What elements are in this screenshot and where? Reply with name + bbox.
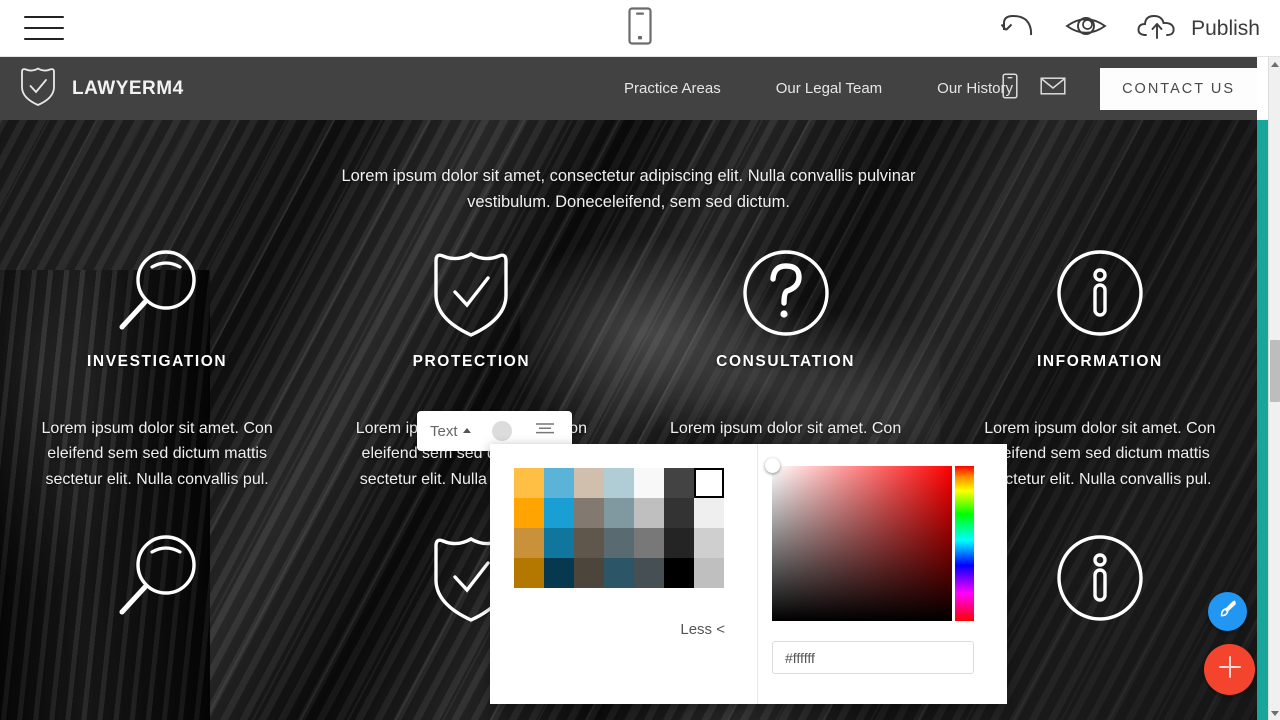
feature-title: CONSULTATION (716, 353, 856, 371)
color-swatch[interactable] (694, 498, 724, 528)
contact-us-button[interactable]: CONTACT US (1100, 67, 1257, 110)
scrollbar-thumb[interactable] (1270, 340, 1280, 402)
plus-icon (1217, 654, 1243, 685)
color-picker-popover: Less < (490, 444, 1007, 704)
hue-slider[interactable] (955, 466, 974, 621)
style-brush-button[interactable] (1208, 592, 1247, 631)
scroll-up-arrow-icon[interactable] (1269, 57, 1280, 71)
color-swatch[interactable] (514, 468, 544, 498)
caret-up-icon (462, 427, 471, 433)
feature-title: PROTECTION (412, 353, 531, 371)
color-swatch[interactable] (544, 558, 574, 588)
nav-link-practice-areas[interactable]: Practice Areas (624, 80, 721, 97)
color-swatch[interactable] (604, 498, 634, 528)
color-swatch[interactable] (574, 498, 604, 528)
color-picker-swatches-pane: Less < (490, 444, 758, 704)
publish-button[interactable]: Publish (1136, 11, 1260, 46)
text-color-swatch-button[interactable] (491, 421, 512, 441)
feature-text[interactable]: Lorem ipsum dolor sit amet. Con eleifend… (26, 416, 288, 492)
hamburger-line (24, 38, 64, 40)
mobile-phone-icon[interactable] (1002, 73, 1018, 104)
site-nav-right: CONTACT US (1002, 57, 1257, 120)
site-nav-links: Practice Areas Our Legal Team Our Histor… (624, 57, 1013, 120)
saturation-value-box[interactable] (765, 458, 952, 621)
paint-brush-icon (1217, 598, 1239, 625)
color-picker-custom-pane (758, 444, 1007, 704)
color-swatch[interactable] (694, 558, 724, 588)
mobile-device-icon[interactable] (627, 6, 653, 51)
color-swatch[interactable] (694, 528, 724, 558)
color-swatch-grid (514, 468, 724, 588)
hamburger-line (24, 16, 64, 18)
color-swatch[interactable] (634, 498, 664, 528)
info-circle-icon (969, 245, 1231, 341)
scroll-down-arrow-icon[interactable] (1269, 706, 1280, 720)
feature-title: INFORMATION (1036, 353, 1163, 371)
envelope-mail-icon[interactable] (1040, 76, 1066, 101)
toolbar-right: Publish (1000, 0, 1260, 57)
text-align-center-icon[interactable] (534, 421, 556, 442)
color-swatch[interactable] (514, 528, 544, 558)
color-swatch[interactable] (634, 528, 664, 558)
feature-text[interactable]: Lorem ipsum dolor sit amet. Con eleifend… (969, 416, 1231, 492)
builder-app: Publish LAWYERM4 Practice Areas Our Lega… (0, 0, 1280, 720)
color-swatch[interactable] (634, 468, 664, 498)
page-scrollbar[interactable] (1268, 57, 1280, 720)
color-swatch[interactable] (574, 528, 604, 558)
color-swatch[interactable] (544, 498, 574, 528)
feature-title: INVESTIGATION (87, 353, 228, 371)
undo-arrow-icon[interactable] (1000, 11, 1036, 46)
builder-toolbar: Publish (0, 0, 1280, 57)
color-swatch[interactable] (604, 468, 634, 498)
less-toggle-link[interactable]: Less < (680, 621, 725, 638)
shield-check-icon (340, 245, 602, 341)
color-swatch[interactable] (664, 468, 694, 498)
nav-link-our-legal-team[interactable]: Our Legal Team (776, 80, 882, 97)
saturation-value-handle[interactable] (765, 458, 780, 473)
color-swatch[interactable] (514, 498, 544, 528)
add-block-button[interactable] (1204, 644, 1255, 695)
text-style-label: Text (430, 422, 458, 440)
info-circle-icon (969, 530, 1231, 626)
magnifier-search-icon (26, 530, 288, 626)
color-swatch[interactable] (574, 558, 604, 588)
site-navbar: LAWYERM4 Practice Areas Our Legal Team O… (0, 57, 1257, 120)
color-swatch[interactable] (694, 468, 724, 498)
color-swatch[interactable] (664, 558, 694, 588)
color-swatch[interactable] (544, 528, 574, 558)
accent-band (1257, 120, 1268, 720)
saturation-value-area (765, 458, 974, 621)
color-swatch[interactable] (634, 558, 664, 588)
hero-subtitle[interactable]: Lorem ipsum dolor sit amet, consectetur … (309, 120, 949, 215)
publish-label: Publish (1191, 16, 1260, 40)
site-brand[interactable]: LAWYERM4 (18, 63, 184, 114)
eye-preview-icon[interactable] (1064, 11, 1108, 46)
color-swatch[interactable] (544, 468, 574, 498)
hamburger-line (24, 27, 64, 29)
text-style-dropdown[interactable]: Text (417, 423, 471, 440)
color-swatch[interactable] (664, 498, 694, 528)
question-mark-circle-icon (655, 245, 917, 341)
color-swatch[interactable] (514, 558, 544, 588)
color-swatch[interactable] (664, 528, 694, 558)
color-swatch[interactable] (574, 468, 604, 498)
color-swatch[interactable] (604, 528, 634, 558)
magnifier-search-icon (26, 245, 288, 341)
cloud-upload-icon (1136, 11, 1182, 46)
shield-check-icon (18, 63, 58, 114)
feature-card[interactable] (0, 530, 314, 626)
hex-color-input[interactable] (772, 641, 974, 674)
color-swatch[interactable] (604, 558, 634, 588)
feature-card[interactable]: INVESTIGATION Lorem ipsum dolor sit amet… (0, 245, 314, 492)
hamburger-menu-icon[interactable] (24, 13, 64, 43)
site-brand-name: LAWYERM4 (72, 77, 184, 99)
